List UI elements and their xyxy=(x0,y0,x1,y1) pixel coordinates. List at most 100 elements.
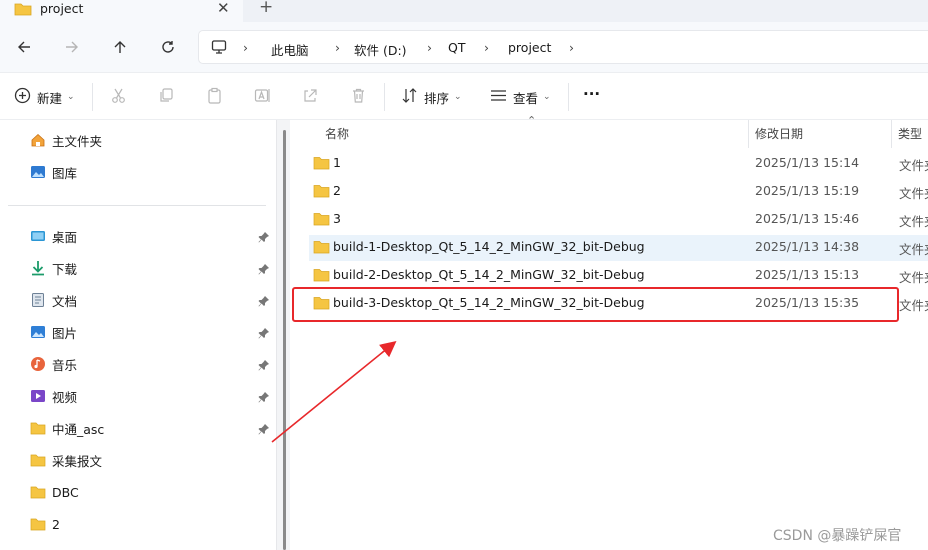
sidebar-item-2[interactable]: 2 xyxy=(30,514,60,534)
share-button[interactable] xyxy=(302,87,319,107)
forward-icon[interactable] xyxy=(61,36,83,58)
file-list: ⌃ 名称 修改日期 类型 1 2025/1/13 15:14 文件夹 2 202… xyxy=(291,114,928,550)
sidebar-item-label: 文档 xyxy=(52,293,78,309)
breadcrumb-drive-d[interactable]: 软件 (D:) xyxy=(354,40,407,59)
column-header-modified[interactable]: 修改日期 xyxy=(755,125,803,142)
sidebar-item-label: 采集报文 xyxy=(52,453,103,469)
address-bar[interactable]: › 此电脑 › 软件 (D:) › QT › project › xyxy=(198,30,928,64)
file-type: 文件夹 xyxy=(899,214,928,229)
breadcrumb-separator: › xyxy=(427,40,432,55)
address-row: › 此电脑 › 软件 (D:) › QT › project › xyxy=(0,22,928,72)
column-header-name[interactable]: 名称 xyxy=(325,125,349,142)
breadcrumb-separator: › xyxy=(484,40,489,55)
music-icon xyxy=(30,356,46,372)
breadcrumb-this-pc[interactable]: 此电脑 xyxy=(271,40,309,59)
new-button[interactable]: 新建 ⌄ xyxy=(14,87,75,107)
tab-project[interactable]: project ✕ xyxy=(0,0,243,22)
sidebar-item-pictures[interactable]: 图片 xyxy=(30,322,77,342)
cut-icon xyxy=(110,87,127,107)
file-row[interactable]: 1 2025/1/13 15:14 文件夹 xyxy=(309,151,928,177)
sidebar-item-label: 桌面 xyxy=(52,229,78,245)
delete-button[interactable] xyxy=(350,87,367,107)
sort-button[interactable]: 排序 ⌄ xyxy=(401,87,462,107)
breadcrumb-qt[interactable]: QT xyxy=(448,40,465,55)
toolbar-divider xyxy=(384,83,385,111)
pin-icon[interactable] xyxy=(258,231,270,246)
navigation-scrollbar-thumb[interactable] xyxy=(283,130,286,550)
watermark: CSDN @暴躁铲屎官 xyxy=(773,528,902,544)
sidebar-item-label: DBC xyxy=(52,484,79,500)
view-button[interactable]: 查看 ⌄ xyxy=(490,87,551,107)
view-button-label: 查看 xyxy=(513,90,539,106)
navigation-pane: 主文件夹 图库 桌面 下载 文档 图片 音乐 视频 中通_asc 采集报文 DB… xyxy=(0,120,276,550)
rename-button[interactable] xyxy=(254,87,271,107)
pictures-icon xyxy=(30,324,46,340)
file-modified: 2025/1/13 14:38 xyxy=(755,239,860,254)
pin-icon[interactable] xyxy=(258,359,270,374)
tab-strip: project ✕ + xyxy=(0,0,928,22)
file-modified: 2025/1/13 15:46 xyxy=(755,211,860,226)
column-header-type[interactable]: 类型 xyxy=(898,125,922,142)
sidebar-item-label: 下载 xyxy=(52,261,78,277)
sidebar-item-documents[interactable]: 文档 xyxy=(30,290,77,310)
folder-icon xyxy=(30,420,46,436)
sidebar-item-label: 中通_asc xyxy=(52,421,105,437)
download-icon xyxy=(30,260,46,276)
sidebar-item-dbc[interactable]: DBC xyxy=(30,482,79,502)
close-tab-icon[interactable]: ✕ xyxy=(217,0,230,17)
paste-button[interactable] xyxy=(206,87,223,107)
more-options-button[interactable]: ··· xyxy=(583,85,600,103)
sidebar-divider xyxy=(8,205,266,206)
file-modified: 2025/1/13 15:13 xyxy=(755,267,860,282)
column-divider[interactable] xyxy=(891,120,892,148)
pin-icon[interactable] xyxy=(258,263,270,278)
chevron-down-icon: ⌄ xyxy=(543,92,551,102)
folder-icon xyxy=(30,516,46,532)
gallery-icon xyxy=(30,164,46,180)
pin-icon[interactable] xyxy=(258,327,270,342)
rename-icon xyxy=(254,87,271,107)
copy-button[interactable] xyxy=(158,87,175,107)
refresh-icon[interactable] xyxy=(157,36,179,58)
pin-icon[interactable] xyxy=(258,295,270,310)
chevron-down-icon: ⌄ xyxy=(454,92,462,102)
file-row[interactable]: 2 2025/1/13 15:19 文件夹 xyxy=(309,179,928,205)
sidebar-item-caiji-baowen[interactable]: 采集报文 xyxy=(30,450,102,470)
pin-icon[interactable] xyxy=(258,391,270,406)
folder-icon xyxy=(313,184,330,201)
sidebar-item-desktop[interactable]: 桌面 xyxy=(30,226,77,246)
file-type: 文件夹 xyxy=(899,158,928,173)
folder-icon xyxy=(313,268,330,285)
new-tab-icon[interactable]: + xyxy=(259,0,273,17)
sidebar-item-download[interactable]: 下载 xyxy=(30,258,77,278)
file-type: 文件夹 xyxy=(899,186,928,201)
cut-button[interactable] xyxy=(110,87,127,107)
copy-icon xyxy=(158,87,175,107)
file-row[interactable]: 3 2025/1/13 15:46 文件夹 xyxy=(309,207,928,233)
sidebar-item-gallery[interactable]: 图库 xyxy=(30,162,77,182)
sidebar-item-label: 2 xyxy=(52,516,60,532)
up-icon[interactable] xyxy=(109,36,131,58)
column-divider[interactable] xyxy=(748,120,749,148)
file-type: 文件夹 xyxy=(899,242,928,257)
sort-icon xyxy=(401,87,418,107)
sidebar-item-music[interactable]: 音乐 xyxy=(30,354,77,374)
pin-icon[interactable] xyxy=(258,423,270,438)
breadcrumb-project[interactable]: project xyxy=(508,40,551,55)
file-name: 1 xyxy=(333,155,341,170)
file-row-selected[interactable]: build-1-Desktop_Qt_5_14_2_MinGW_32_bit-D… xyxy=(309,235,928,261)
sidebar-item-videos[interactable]: 视频 xyxy=(30,386,77,406)
command-bar: 新建 ⌄ 排序 ⌄ 查看 ⌄ ··· xyxy=(0,72,928,120)
file-type: 文件夹 xyxy=(899,270,928,285)
computer-icon xyxy=(211,39,227,58)
document-icon xyxy=(30,292,46,308)
sidebar-item-home[interactable]: 主文件夹 xyxy=(30,130,102,150)
sidebar-item-zhongtong-asc[interactable]: 中通_asc xyxy=(30,418,104,438)
folder-icon xyxy=(313,240,330,257)
file-modified: 2025/1/13 15:19 xyxy=(755,183,860,198)
file-name: build-2-Desktop_Qt_5_14_2_MinGW_32_bit-D… xyxy=(333,267,645,282)
file-row[interactable]: build-2-Desktop_Qt_5_14_2_MinGW_32_bit-D… xyxy=(309,263,928,289)
back-icon[interactable] xyxy=(13,36,35,58)
toolbar-divider xyxy=(568,83,569,111)
home-icon xyxy=(30,132,46,148)
